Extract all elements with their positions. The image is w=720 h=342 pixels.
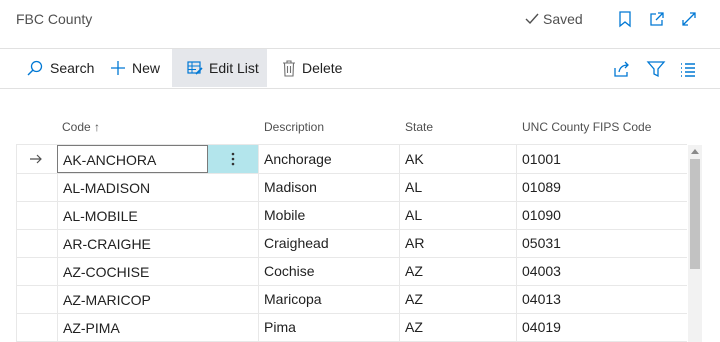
fips-cell[interactable]: 01001: [522, 145, 561, 173]
state-cell[interactable]: AL: [405, 173, 422, 201]
row-menu-button[interactable]: [208, 145, 258, 173]
search-label: Search: [50, 60, 95, 76]
new-button[interactable]: New: [110, 49, 160, 87]
saved-label: Saved: [543, 11, 583, 27]
state-cell[interactable]: AZ: [405, 313, 423, 341]
search-icon: [27, 60, 43, 76]
table-row[interactable]: AZ-MARICOP Maricopa AZ 04013: [16, 285, 687, 314]
description-cell[interactable]: Anchorage: [264, 145, 332, 173]
vertical-scrollbar[interactable]: [688, 145, 702, 342]
fips-cell[interactable]: 04019: [522, 313, 561, 341]
fips-cell[interactable]: 01089: [522, 173, 561, 201]
column-header-state[interactable]: State: [405, 120, 433, 134]
table-row[interactable]: AL-MOBILE Mobile AL 01090: [16, 201, 687, 230]
scroll-up-icon[interactable]: [691, 149, 699, 154]
edit-list-button[interactable]: Edit List: [172, 49, 267, 87]
description-cell[interactable]: Madison: [264, 173, 317, 201]
open-in-new-window-icon[interactable]: [648, 10, 666, 28]
expand-icon[interactable]: [680, 10, 698, 28]
state-cell[interactable]: AL: [405, 201, 422, 229]
table-row[interactable]: AR-CRAIGHE Craighead AR 05031: [16, 229, 687, 258]
state-cell[interactable]: AK: [405, 145, 424, 173]
new-label: New: [132, 60, 161, 76]
code-cell[interactable]: AZ-PIMA: [57, 313, 208, 341]
description-cell[interactable]: Pima: [264, 313, 296, 341]
filter-icon[interactable]: [646, 59, 666, 79]
delete-label: Delete: [302, 60, 343, 76]
saved-status: Saved: [524, 11, 583, 27]
code-cell[interactable]: AR-CRAIGHE: [57, 229, 208, 257]
edit-list-label: Edit List: [209, 60, 259, 76]
description-cell[interactable]: Craighead: [264, 229, 329, 257]
fips-cell[interactable]: 04013: [522, 285, 561, 313]
table-row[interactable]: AK-ANCHORA Anchorage AK 01001: [16, 145, 687, 174]
code-cell[interactable]: AZ-MARICOP: [57, 285, 208, 313]
list-view-icon[interactable]: [678, 59, 698, 79]
scroll-thumb[interactable]: [690, 159, 700, 269]
bookmark-icon[interactable]: [616, 10, 634, 28]
page-header: FBC County Saved: [0, 0, 720, 40]
description-cell[interactable]: Cochise: [264, 257, 315, 285]
vertical-ellipsis-icon: [231, 152, 235, 166]
state-cell[interactable]: AZ: [405, 285, 423, 313]
delete-button[interactable]: Delete: [282, 49, 342, 87]
share-icon[interactable]: [612, 59, 632, 79]
action-bar-divider: [0, 88, 720, 89]
code-cell[interactable]: AZ-COCHISE: [57, 257, 208, 285]
column-header-fips[interactable]: UNC County FIPS Code: [522, 120, 651, 134]
page-title: FBC County: [16, 11, 93, 27]
plus-icon: [111, 61, 125, 75]
code-cell[interactable]: AK-ANCHORA: [57, 145, 208, 173]
trash-icon: [283, 59, 295, 77]
search-button[interactable]: Search: [26, 49, 94, 87]
table-row[interactable]: AZ-PIMA Pima AZ 04019: [16, 313, 687, 342]
fips-cell[interactable]: 05031: [522, 229, 561, 257]
arrow-right-icon: [30, 154, 42, 164]
code-cell[interactable]: AL-MOBILE: [57, 201, 208, 229]
fips-cell[interactable]: 01090: [522, 201, 561, 229]
table-row[interactable]: AL-MADISON Madison AL 01089: [16, 173, 687, 202]
description-cell[interactable]: Maricopa: [264, 285, 322, 313]
state-cell[interactable]: AZ: [405, 257, 423, 285]
action-bar: Search New Edit List Delete: [0, 49, 720, 89]
code-cell[interactable]: AL-MADISON: [57, 173, 208, 201]
column-header-code[interactable]: Code ↑: [62, 120, 100, 134]
check-icon: [525, 13, 539, 25]
fips-cell[interactable]: 04003: [522, 257, 561, 285]
state-cell[interactable]: AR: [405, 229, 424, 257]
description-cell[interactable]: Mobile: [264, 201, 305, 229]
column-header-description[interactable]: Description: [264, 120, 324, 134]
table-row[interactable]: AZ-COCHISE Cochise AZ 04003: [16, 257, 687, 286]
edit-list-icon: [187, 61, 203, 75]
